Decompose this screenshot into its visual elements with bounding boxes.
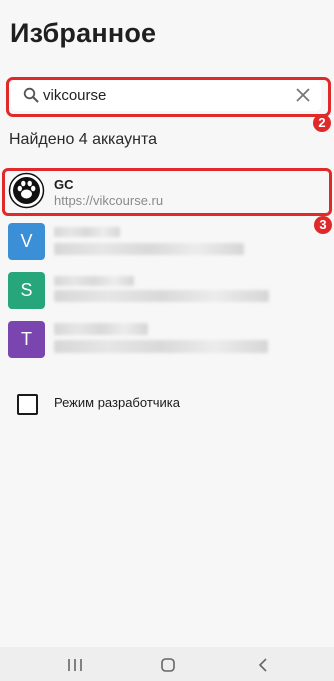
recent-apps-button[interactable] (55, 654, 95, 676)
home-icon (161, 658, 175, 672)
account-url: https://vikcourse.ru (54, 193, 164, 208)
blurred-url (54, 340, 268, 353)
recent-apps-icon (68, 659, 82, 671)
results-count: Найдено 4 аккаунта (9, 131, 157, 148)
back-button[interactable] (243, 654, 283, 676)
account-avatar-s: S (8, 272, 45, 309)
clear-icon[interactable] (295, 87, 311, 103)
developer-mode-label: Режим разработчика (54, 395, 181, 410)
account-avatar-v: V (8, 223, 45, 260)
annotation-badge-search: 2 (313, 114, 331, 132)
home-button[interactable] (148, 654, 188, 676)
blurred-url (54, 290, 269, 302)
paw-icon (8, 172, 45, 209)
developer-mode-checkbox[interactable] (17, 394, 38, 415)
account-name: GC (54, 177, 74, 192)
search-bar[interactable] (11, 79, 321, 111)
account-avatar-t: T (8, 321, 45, 358)
blurred-name (54, 276, 134, 286)
search-input[interactable] (43, 84, 293, 106)
page-title: Избранное (10, 18, 157, 48)
developer-mode-toggle[interactable]: Режим разработчика (17, 392, 327, 418)
account-item-v[interactable]: V (0, 221, 334, 267)
blurred-url (54, 243, 244, 255)
account-avatar (8, 172, 45, 209)
search-icon (23, 87, 39, 103)
account-item-t[interactable]: T (0, 319, 334, 365)
account-item-gc[interactable]: GC https://vikcourse.ru (0, 170, 334, 216)
back-icon (258, 658, 267, 672)
blurred-name (54, 323, 148, 335)
account-item-s[interactable]: S (0, 270, 334, 316)
blurred-name (54, 227, 120, 237)
navigation-bar (0, 647, 334, 681)
